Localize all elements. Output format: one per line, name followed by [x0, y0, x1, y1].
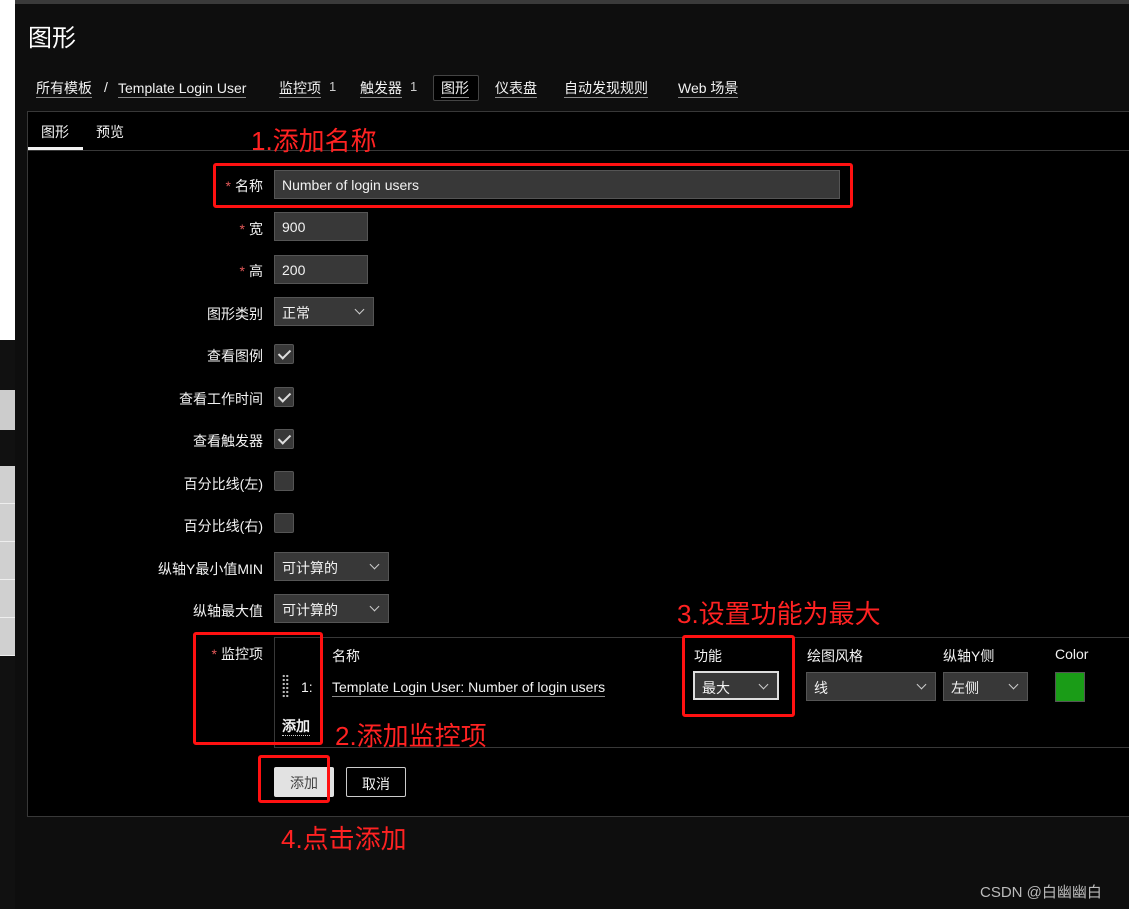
annotation-2: 2.添加监控项: [335, 721, 487, 751]
ymax-value: 可计算的: [282, 602, 338, 618]
width-input[interactable]: [274, 212, 368, 241]
nav-items[interactable]: 监控项: [279, 79, 321, 98]
show-triggers-checkbox[interactable]: [274, 429, 294, 449]
annotation-3: 3.设置功能为最大: [677, 599, 881, 629]
graph-type-select[interactable]: 正常: [274, 297, 374, 326]
show-legend-checkbox[interactable]: [274, 344, 294, 364]
background-page: [0, 430, 15, 466]
nav-triggers-count: 1: [410, 79, 418, 94]
item-color-picker[interactable]: [1055, 672, 1085, 702]
tab-preview[interactable]: 预览: [96, 122, 124, 142]
item-y-side-select[interactable]: 左侧: [943, 672, 1028, 701]
nav-items-count: 1: [329, 79, 337, 94]
breadcrumb-template[interactable]: Template Login User: [118, 79, 247, 98]
item-draw-style-value: 线: [814, 680, 828, 696]
annotation-box-name: [213, 163, 853, 208]
percentile-right-checkbox[interactable]: [274, 513, 294, 533]
col-name: 名称: [332, 648, 360, 664]
show-work-period-label: 查看工作时间: [179, 391, 263, 407]
window-border: [15, 0, 1129, 4]
cancel-button[interactable]: 取消: [346, 767, 406, 797]
percentile-left-label: 百分比线(左): [183, 476, 263, 492]
percentile-right-label: 百分比线(右): [183, 518, 263, 534]
ymin-label: 纵轴Y最小值MIN: [158, 561, 263, 577]
percentile-left-checkbox[interactable]: [274, 471, 294, 491]
graph-type-value: 正常: [282, 305, 310, 321]
background-page: [0, 390, 15, 430]
nav-graphs[interactable]: 图形: [441, 79, 469, 98]
background-page: [0, 466, 15, 656]
show-legend-label: 查看图例: [207, 348, 263, 364]
ymax-select[interactable]: 可计算的: [274, 594, 389, 623]
col-y-side: 纵轴Y侧: [943, 648, 995, 664]
show-triggers-label: 查看触发器: [193, 433, 263, 449]
active-tab-underline: [28, 147, 83, 150]
height-label: * 高: [239, 263, 263, 279]
background-page: [0, 0, 15, 340]
item-y-side-value: 左侧: [951, 680, 979, 696]
nav-triggers[interactable]: 触发器: [360, 79, 402, 98]
ymax-label: 纵轴最大值: [193, 603, 263, 619]
tab-divider: [28, 150, 1129, 151]
nav-dashboards[interactable]: 仪表盘: [495, 79, 537, 98]
nav-discovery-rules[interactable]: 自动发现规则: [564, 79, 648, 98]
col-color: Color: [1055, 646, 1089, 662]
nav-web-scenarios[interactable]: Web 场景: [678, 79, 739, 98]
height-input[interactable]: [274, 255, 368, 284]
item-draw-style-select[interactable]: 线: [806, 672, 936, 701]
tab-graph[interactable]: 图形: [41, 122, 69, 142]
annotation-1: 1.添加名称: [251, 126, 377, 156]
graph-type-label: 图形类别: [207, 306, 263, 322]
show-work-period-checkbox[interactable]: [274, 387, 294, 407]
background-page: [0, 656, 15, 909]
width-label: * 宽: [239, 221, 263, 237]
breadcrumb-all-templates[interactable]: 所有模板: [36, 79, 92, 98]
breadcrumb-separator: /: [104, 79, 108, 95]
annotation-box-add: [258, 755, 330, 803]
ymin-select[interactable]: 可计算的: [274, 552, 389, 581]
annotation-box-function: [682, 635, 795, 717]
page-title: 图形: [28, 25, 76, 52]
annotation-4: 4.点击添加: [281, 824, 407, 854]
watermark: CSDN @白幽幽白: [980, 884, 1102, 901]
item-name-link[interactable]: Template Login User: Number of login use…: [332, 679, 606, 697]
col-draw-style: 绘图风格: [807, 648, 863, 664]
annotation-box-items: [193, 632, 323, 745]
ymin-value: 可计算的: [282, 560, 338, 576]
background-page: [0, 340, 15, 390]
